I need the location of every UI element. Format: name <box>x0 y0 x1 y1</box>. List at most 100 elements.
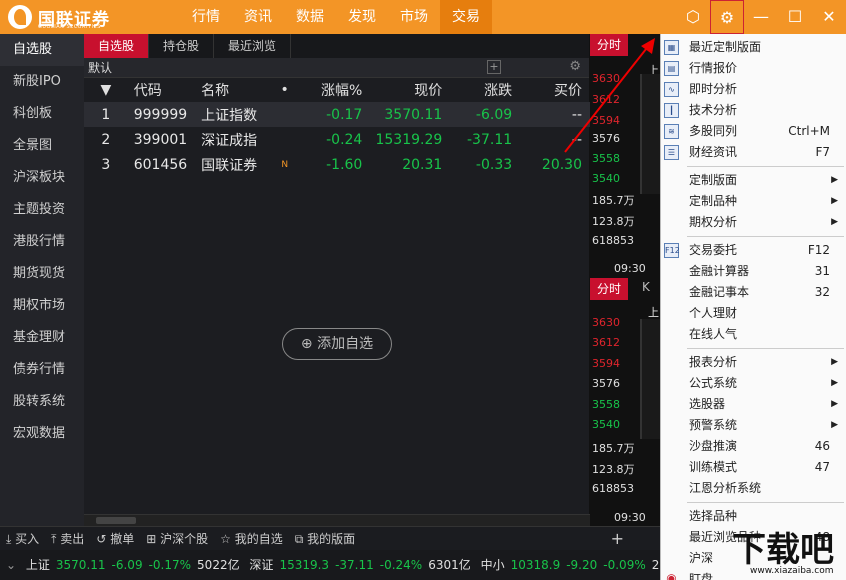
col-change-pct[interactable]: 涨幅% <box>297 78 371 102</box>
maximize-icon[interactable]: ☐ <box>778 0 812 34</box>
table-row[interactable]: 1 999999 上证指数 -0.17 3570.11 -6.09 -- <box>84 102 590 127</box>
menu-item-calculator[interactable]: 金融计算器 31 <box>661 261 846 282</box>
my-watchlist-button[interactable]: ☆ 我的自选 <box>214 530 289 547</box>
menu-item-custom-symbols[interactable]: 定制品种 ▶ <box>661 191 846 212</box>
row-flag <box>273 127 297 152</box>
tab-intraday[interactable]: 分时 <box>590 34 628 56</box>
col-flag[interactable]: • <box>273 78 297 102</box>
menu-item-technical[interactable]: ┃ 技术分析 <box>661 100 846 121</box>
sidebar-item-themes[interactable]: 主题投资 <box>0 194 84 226</box>
menu-item-personal-finance[interactable]: 个人理财 <box>661 303 846 324</box>
col-change[interactable]: 涨跌 <box>450 78 520 102</box>
ticker-sz-label[interactable]: 深证 <box>249 558 273 572</box>
col-bid[interactable]: 买价 <box>520 78 590 102</box>
menu-item-alert-system[interactable]: 预警系统 ▶ <box>661 415 846 436</box>
price-level: 3540 <box>592 172 620 185</box>
menu-item-options-analysis[interactable]: 期权分析 ▶ <box>661 212 846 233</box>
minimize-icon[interactable]: — <box>744 0 778 34</box>
menu-item-trade-order[interactable]: F12 交易委托 F12 <box>661 240 846 261</box>
my-layout-label: 我的版面 <box>307 532 356 546</box>
menu-item-online-popularity[interactable]: 在线人气 <box>661 324 846 345</box>
cube-icon[interactable]: ⬡ <box>676 0 710 34</box>
add-watchlist-button[interactable]: ⊕ 添加自选 <box>282 328 392 360</box>
add-group-icon[interactable]: + <box>487 60 501 74</box>
sidebar-item-panorama[interactable]: 全景图 <box>0 130 84 162</box>
menu-item-formula-system[interactable]: 公式系统 ▶ <box>661 373 846 394</box>
sidebar-item-futures[interactable]: 期货现货 <box>0 258 84 290</box>
time-label: 09:30 <box>614 262 646 275</box>
price-level: 3630 <box>592 316 620 329</box>
tab-holdings[interactable]: 持仓股 <box>149 34 215 58</box>
buy-button[interactable]: ⤓ 买入 <box>0 530 45 547</box>
table-row[interactable]: 3 601456 国联证券 N -1.60 20.31 -0.33 20.30 <box>84 152 590 177</box>
app-logo: 国联证券 GUOLIAN SECURITIES <box>8 3 110 31</box>
menu-item-training-mode[interactable]: 训练模式 47 <box>661 457 846 478</box>
sidebar-item-funds[interactable]: 基金理财 <box>0 322 84 354</box>
group-name[interactable]: 默认 <box>88 59 112 76</box>
sell-button[interactable]: ⤒ 卖出 <box>45 530 90 547</box>
sidebar-item-hk[interactable]: 港股行情 <box>0 226 84 258</box>
ticker-sh-label[interactable]: 上证 <box>26 558 50 572</box>
hushen-stocks-button[interactable]: ⊞ 沪深个股 <box>140 530 214 547</box>
col-name[interactable]: 名称 <box>195 78 273 102</box>
nav-market[interactable]: 市场 <box>388 0 440 34</box>
menu-item-report-analysis[interactable]: 报表分析 ▶ <box>661 352 846 373</box>
menu-item-recent-layout[interactable]: ▦ 最近定制版面 <box>661 37 846 58</box>
menu-item-multi-stock[interactable]: ≋ 多股同列 Ctrl+M <box>661 121 846 142</box>
nav-quotes[interactable]: 行情 <box>180 0 232 34</box>
sidebar-item-watchlist[interactable]: 自选股 <box>0 34 84 66</box>
menu-item-quotes[interactable]: ▤ 行情报价 <box>661 58 846 79</box>
ticker-zx-change: -9.20 <box>566 558 598 572</box>
tab-intraday-2[interactable]: 分时 <box>590 278 628 300</box>
settings-gear-icon[interactable]: ⚙ <box>710 0 744 34</box>
nav-news[interactable]: 资讯 <box>232 0 284 34</box>
price-level: 3540 <box>592 418 620 431</box>
menu-label: 沙盘推演 <box>689 439 738 453</box>
row-bid: -- <box>520 102 590 127</box>
menu-item-sandbox[interactable]: 沙盘推演 46 <box>661 436 846 457</box>
horizontal-scrollbar[interactable] <box>84 514 590 526</box>
menu-label: 个人理财 <box>689 306 738 320</box>
scrollbar-thumb[interactable] <box>96 517 136 524</box>
menu-item-gann-analysis[interactable]: 江恩分析系统 <box>661 478 846 499</box>
table-row[interactable]: 2 399001 深证成指 -0.24 15319.29 -37.11 -- <box>84 127 590 152</box>
tab-watchlist[interactable]: 自选股 <box>84 34 150 58</box>
group-settings-icon[interactable]: ⚙ <box>569 59 581 74</box>
menu-item-news[interactable]: ☰ 财经资讯 F7 <box>661 142 846 163</box>
nav-data[interactable]: 数据 <box>284 0 336 34</box>
sidebar-item-ipo[interactable]: 新股IPO <box>0 66 84 98</box>
sidebar-item-options[interactable]: 期权市场 <box>0 290 84 322</box>
menu-label: 报表分析 <box>689 355 738 369</box>
menu-item-stock-screener[interactable]: 选股器 ▶ <box>661 394 846 415</box>
sell-icon: ⤒ <box>51 532 57 546</box>
menu-label: 最近定制版面 <box>689 40 762 54</box>
cancel-order-button[interactable]: ↺ 撤单 <box>90 530 140 547</box>
menu-item-custom-layout[interactable]: 定制版面 ▶ <box>661 170 846 191</box>
row-change: -37.11 <box>467 131 513 148</box>
row-price: 3570.11 <box>370 102 451 127</box>
menu-label: 即时分析 <box>689 82 738 96</box>
col-code[interactable]: 代码 <box>128 78 195 102</box>
add-icon[interactable]: + <box>611 529 624 548</box>
menu-divider <box>687 348 844 349</box>
menu-item-realtime[interactable]: ∿ 即时分析 <box>661 79 846 100</box>
chevron-down-icon[interactable]: ⌄ <box>6 558 16 572</box>
my-layout-button[interactable]: ⧉ 我的版面 <box>289 530 361 547</box>
sidebar-item-neeq[interactable]: 股转系统 <box>0 386 84 418</box>
close-icon[interactable]: ✕ <box>812 0 846 34</box>
sort-arrow-icon[interactable]: ▼ <box>84 78 128 102</box>
ticker-zx-label[interactable]: 中小 <box>481 558 505 572</box>
hushen-stocks-label: 沪深个股 <box>160 532 209 546</box>
sidebar-item-macro[interactable]: 宏观数据 <box>0 418 84 450</box>
nav-trade[interactable]: 交易 <box>440 0 492 34</box>
menu-item-notebook[interactable]: 金融记事本 32 <box>661 282 846 303</box>
tab-recent[interactable]: 最近浏览 <box>214 34 292 58</box>
nav-discover[interactable]: 发现 <box>336 0 388 34</box>
sidebar-item-sectors[interactable]: 沪深板块 <box>0 162 84 194</box>
col-price[interactable]: 现价 <box>370 78 450 102</box>
sidebar-item-bonds[interactable]: 债券行情 <box>0 354 84 386</box>
sidebar-item-star-market[interactable]: 科创板 <box>0 98 84 130</box>
tab-kline[interactable]: K <box>642 280 650 294</box>
row-index: 3 <box>101 156 111 173</box>
menu-label: 江恩分析系统 <box>689 481 762 495</box>
